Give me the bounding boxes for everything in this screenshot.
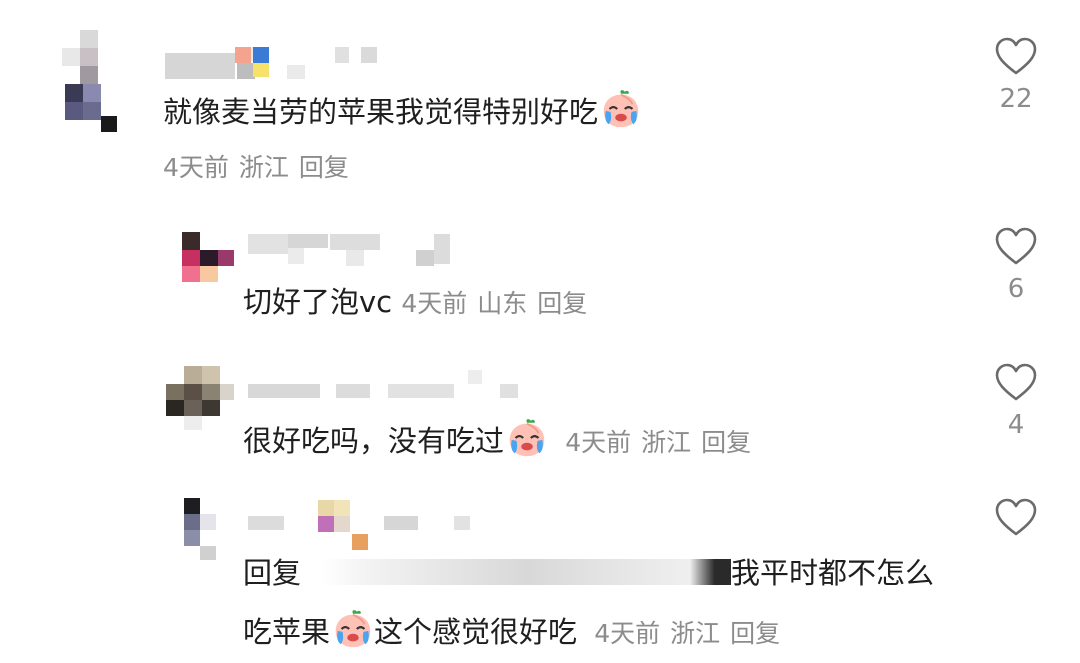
heart-outline-icon	[995, 37, 1037, 75]
avatar[interactable]	[182, 498, 222, 564]
heart-outline-icon	[995, 363, 1037, 401]
like-button[interactable]	[986, 497, 1046, 545]
reply-prefix: 回复	[243, 556, 302, 590]
reply-button[interactable]: 回复	[299, 153, 349, 182]
avatar[interactable]	[180, 232, 240, 284]
comment-meta: 4天前 山东 回复	[401, 289, 597, 318]
reply-button[interactable]: 回复	[701, 428, 751, 457]
crying-peach-emoji	[506, 417, 548, 459]
comment-meta: 4天前 浙江 回复	[163, 148, 359, 188]
location: 浙江	[238, 153, 289, 182]
comment-text-line-2: 吃苹果 这个感觉很好吃 4天前 浙江 回复	[243, 608, 790, 654]
username-blurred[interactable]	[248, 230, 458, 268]
heart-outline-icon	[995, 498, 1037, 536]
location: 浙江	[641, 428, 692, 457]
like-count: 22	[999, 84, 1033, 114]
crying-peach-emoji	[332, 608, 374, 650]
like-button[interactable]: 4	[986, 362, 1046, 440]
crying-peach-emoji	[600, 88, 642, 130]
avatar[interactable]	[50, 30, 120, 135]
comment-text-line-1: 回复 我平时都不怎么	[243, 556, 935, 590]
like-button[interactable]: 6	[986, 226, 1046, 304]
comment-text: 很好吃吗，没有吃过 4天前 浙江 回复	[243, 417, 761, 463]
timestamp: 4天前	[594, 619, 661, 648]
username-blurred[interactable]	[248, 500, 478, 552]
reply-button[interactable]: 回复	[730, 619, 780, 648]
location: 山东	[477, 289, 528, 318]
like-count: 6	[1007, 274, 1025, 304]
like-count: 4	[1007, 410, 1025, 440]
comment-meta: 4天前 浙江 回复	[594, 619, 790, 648]
username-blurred[interactable]	[248, 370, 528, 406]
timestamp: 4天前	[163, 153, 229, 182]
heart-outline-icon	[995, 227, 1037, 265]
comment-text: 切好了泡vc 4天前 山东 回复	[243, 282, 597, 324]
avatar[interactable]	[166, 366, 236, 432]
comment-meta: 4天前 浙江 回复	[565, 428, 761, 457]
timestamp: 4天前	[401, 289, 468, 318]
username-blurred[interactable]	[165, 45, 390, 81]
like-button[interactable]: 22	[986, 36, 1046, 114]
timestamp: 4天前	[565, 428, 632, 457]
mention-blurred[interactable]	[321, 559, 732, 585]
comment-text: 就像麦当劳的苹果我觉得特别好吃	[163, 88, 642, 132]
location: 浙江	[670, 619, 721, 648]
reply-button[interactable]: 回复	[537, 289, 587, 318]
